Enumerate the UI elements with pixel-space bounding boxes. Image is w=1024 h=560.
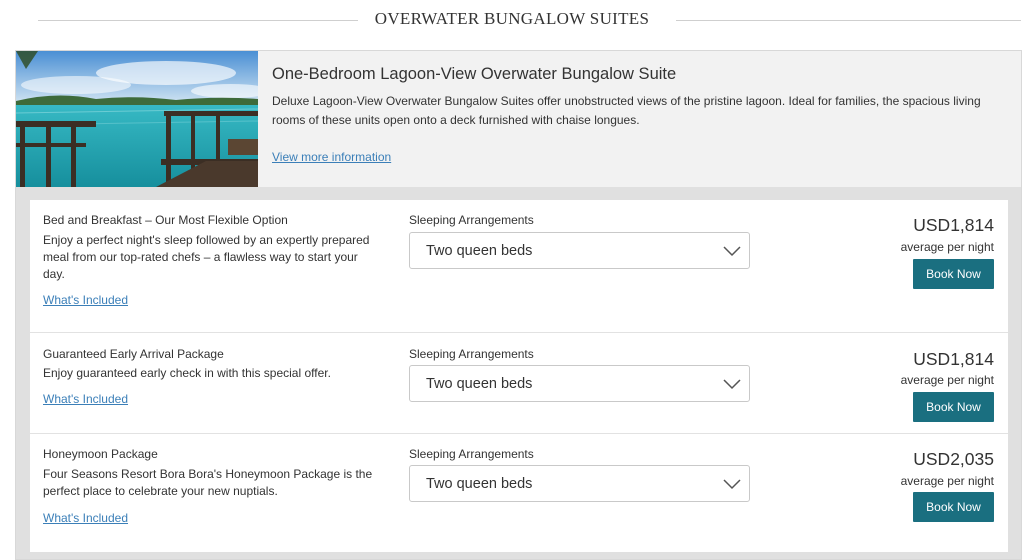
whats-included-link[interactable]: What's Included [43,511,128,525]
divider-left [38,20,358,21]
section-title: OVERWATER BUNGALOW SUITES [374,9,650,28]
suite-description: Deluxe Lagoon-View Overwater Bungalow Su… [272,94,981,127]
rate-list: Bed and Breakfast – Our Most Flexible Op… [30,200,1008,552]
rate-row-early-arrival: Guaranteed Early Arrival Package Enjoy g… [30,333,1008,434]
sleeping-arrangements-label: Sleeping Arrangements [409,447,534,461]
book-now-button[interactable]: Book Now [913,492,994,522]
rate-description: Enjoy guaranteed early check in with thi… [43,366,331,380]
rate-row-honeymoon: Honeymoon Package Four Seasons Resort Bo… [30,434,1008,552]
sleeping-arrangements-label: Sleeping Arrangements [409,213,534,227]
rate-per-night: average per night [900,474,994,488]
suite-photo[interactable] [16,51,258,187]
rate-name: Honeymoon Package [43,447,158,461]
rate-price: USD2,035 [913,449,994,469]
rate-description: Enjoy a perfect night's sleep followed b… [43,233,370,281]
sleeping-arrangements-label: Sleeping Arrangements [409,347,534,361]
rate-price: USD1,814 [913,215,994,235]
book-now-button[interactable]: Book Now [913,392,994,422]
view-more-link[interactable]: View more information [272,150,391,164]
rate-description: Four Seasons Resort Bora Bora's Honeymoo… [43,467,373,498]
sleeping-arrangements-value: Two queen beds [426,242,533,259]
divider-right [676,20,1021,21]
sleeping-arrangements-value: Two queen beds [426,475,533,492]
chevron-down-icon [723,479,741,490]
sleeping-arrangements-select[interactable]: Two queen beds [409,232,750,269]
sleeping-arrangements-select[interactable]: Two queen beds [409,465,750,502]
book-now-button[interactable]: Book Now [913,259,994,289]
whats-included-link[interactable]: What's Included [43,392,128,406]
suite-info: One-Bedroom Lagoon-View Overwater Bungal… [272,65,1002,130]
chevron-down-icon [723,246,741,257]
rate-price: USD1,814 [913,349,994,369]
sleeping-arrangements-select[interactable]: Two queen beds [409,365,750,402]
rate-per-night: average per night [900,240,994,254]
rate-per-night: average per night [900,373,994,387]
whats-included-link[interactable]: What's Included [43,293,128,307]
chevron-down-icon [723,379,741,390]
section-header: OVERWATER BUNGALOW SUITES [0,0,1024,40]
sleeping-arrangements-value: Two queen beds [426,375,533,392]
rate-row-bed-and-breakfast: Bed and Breakfast – Our Most Flexible Op… [30,200,1008,333]
rate-name: Bed and Breakfast – Our Most Flexible Op… [43,213,288,227]
rate-name: Guaranteed Early Arrival Package [43,347,224,361]
lagoon-photo [16,51,258,187]
suite-header: One-Bedroom Lagoon-View Overwater Bungal… [16,51,1021,187]
suite-card: One-Bedroom Lagoon-View Overwater Bungal… [15,50,1022,560]
suite-title: One-Bedroom Lagoon-View Overwater Bungal… [272,65,677,83]
